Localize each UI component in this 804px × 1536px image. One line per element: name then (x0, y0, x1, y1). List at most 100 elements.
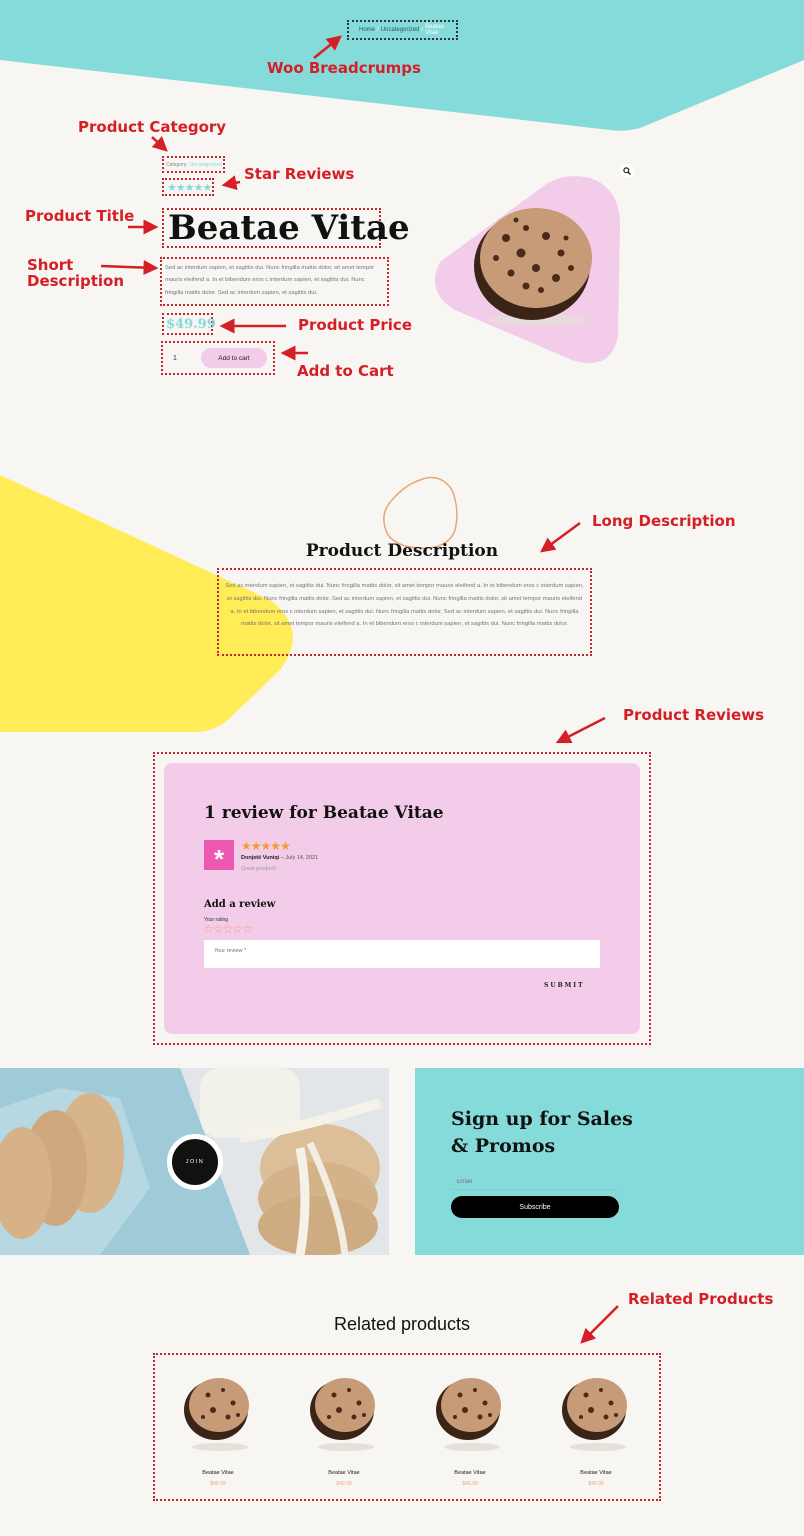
review-body: ★★★★★ Donjetë Vuniqi – July 14, 2021 Gre… (241, 840, 318, 872)
related-product-price: $49.99 (588, 1481, 604, 1487)
star-icon: ★ (167, 181, 177, 194)
arrow-short-desc (100, 260, 159, 276)
breadcrumb-category[interactable]: Uncategorized (381, 27, 420, 33)
breadcrumb-separator: / (421, 27, 424, 33)
orange-outline-shape (383, 476, 458, 549)
review-item: * ★★★★★ Donjetë Vuniqi – July 14, 2021 G… (204, 840, 318, 872)
annotation-title: Product Title (25, 207, 135, 225)
review-date: July 14, 2021 (285, 855, 319, 861)
star-icon: ★ (175, 181, 186, 194)
macaron-thumb (184, 1378, 249, 1451)
submit-button[interactable]: SUBMIT (544, 982, 585, 989)
add-to-cart-form: Add to cart (161, 341, 275, 375)
short-description-box: Sed ac interdum sapien, et sagittis dui.… (160, 257, 389, 306)
review-textarea[interactable] (204, 940, 600, 968)
review-dash: – (280, 855, 284, 861)
annotation-stars: Star Reviews (244, 165, 355, 183)
related-product-name[interactable]: Beatae Vitae (546, 1470, 646, 1476)
star-icon: ★ (184, 181, 195, 194)
signup-heading-line2: & Promos (451, 1135, 556, 1157)
signup-panel: Sign up for Sales & Promos Subscribe (415, 1068, 804, 1255)
review-meta: Donjetë Vuniqi – July 14, 2021 (241, 855, 318, 861)
product-price-box: $49.99 (162, 313, 216, 335)
annotation-category: Product Category (78, 118, 227, 136)
star-icon: ★ (241, 839, 252, 853)
related-product-card[interactable]: Beatae Vitae $49.99 (420, 1365, 520, 1499)
breadcrumb: Home / Uncategorized / Beatae Vitae (347, 20, 458, 40)
macaron-thumb (436, 1378, 501, 1451)
annotation-short-desc-2: Description (27, 272, 125, 290)
related-product-name[interactable]: Beatae Vitae (168, 1470, 268, 1476)
macaron-image (474, 208, 592, 326)
related-product-price: $49.99 (210, 1481, 226, 1487)
product-title: Beatae Vitae (168, 208, 410, 248)
long-description-box: Sed ac interdum sapien, et sagittis dui.… (217, 568, 592, 656)
star-icon: ★ (270, 839, 281, 853)
breadcrumb-current: Beatae Vitae (425, 24, 445, 36)
category-link[interactable]: Uncategorized (190, 162, 222, 168)
related-products-grid: Beatae Vitae $49.99 Beatae Vitae $49.99 … (153, 1353, 661, 1501)
empty-star-icon[interactable]: ☆ (232, 922, 243, 936)
asterisk-icon: * (213, 844, 225, 874)
reviews-section: 1 review for Beatae Vitae * ★★★★★ Donjet… (153, 752, 651, 1045)
review-author: Donjetë Vuniqi (241, 855, 280, 861)
category-label: Category: (166, 161, 188, 168)
star-icon: ★ (202, 181, 213, 194)
annotation-breadcrumbs: Woo Breadcrumps (267, 59, 421, 77)
product-title-box: Beatae Vitae (162, 208, 410, 248)
annotation-short-desc-1: Short (27, 256, 74, 274)
related-product-price: $49.99 (336, 1481, 352, 1487)
star-icon: ★ (280, 839, 291, 853)
breadcrumb-home[interactable]: Home (359, 27, 375, 33)
signup-heading: Sign up for Sales & Promos (451, 1106, 633, 1160)
avatar: * (204, 840, 234, 874)
add-review-heading: Add a review (204, 899, 276, 910)
arrow-reviews (555, 716, 606, 744)
annotation-reviews: Product Reviews (623, 706, 764, 724)
zoom-button[interactable] (620, 164, 634, 178)
quantity-input[interactable] (167, 354, 197, 362)
arrow-category (151, 135, 168, 152)
review-stars: ★★★★★ (241, 840, 318, 852)
product-image[interactable] (466, 198, 600, 328)
empty-star-icon[interactable]: ☆ (213, 922, 224, 936)
related-product-card[interactable]: Beatae Vitae $49.99 (294, 1365, 394, 1499)
related-product-name[interactable]: Beatae Vitae (294, 1470, 394, 1476)
reviews-panel: 1 review for Beatae Vitae * ★★★★★ Donjet… (164, 763, 640, 1034)
related-product-price: $49.99 (462, 1481, 478, 1487)
add-to-cart-button[interactable]: Add to cart (201, 348, 267, 368)
review-text: Great product! (241, 866, 277, 872)
description-heading: Product Description (305, 541, 499, 561)
rating-input[interactable]: ☆☆☆☆☆ (203, 922, 253, 936)
long-description: Sed ac interdum sapien, et sagittis dui.… (225, 583, 584, 628)
magnifier-icon (623, 167, 631, 175)
product-rating[interactable]: ★ ★ ★ ★ ★ (162, 178, 214, 196)
related-product-card[interactable]: Beatae Vitae $49.99 (168, 1365, 268, 1499)
annotation-related: Related Products (628, 1290, 774, 1308)
arrow-breadcrumbs (313, 35, 342, 59)
short-description: Sed ac interdum sapien, et sagittis dui.… (165, 265, 375, 296)
related-heading: Related products (333, 1314, 471, 1334)
signup-heading-line1: Sign up for Sales (451, 1108, 633, 1130)
related-product-card[interactable]: Beatae Vitae $49.99 (546, 1365, 646, 1499)
product-price: $49.99 (166, 316, 216, 332)
empty-star-icon[interactable]: ☆ (242, 922, 253, 936)
related-product-name[interactable]: Beatae Vitae (420, 1470, 520, 1476)
empty-star-icon[interactable]: ☆ (203, 922, 214, 936)
breadcrumb-separator: / (377, 27, 379, 33)
star-icon: ★ (193, 181, 204, 194)
product-category: Category: Uncategorized (162, 156, 225, 173)
join-button[interactable]: JOIN (167, 1134, 223, 1190)
subscribe-button[interactable]: Subscribe (451, 1196, 619, 1218)
email-input[interactable] (451, 1174, 619, 1190)
arrow-stars (221, 175, 241, 191)
star-icon: ★ (260, 839, 272, 853)
annotation-price: Product Price (298, 316, 412, 334)
annotation-cart: Add to Cart (297, 362, 394, 380)
macaron-thumb (310, 1378, 375, 1451)
annotation-long-desc: Long Description (592, 512, 736, 530)
reviews-heading: 1 review for Beatae Vitae (204, 803, 444, 823)
macaron-thumb (562, 1378, 627, 1451)
empty-star-icon[interactable]: ☆ (223, 922, 234, 936)
star-icon: ★ (250, 839, 262, 853)
